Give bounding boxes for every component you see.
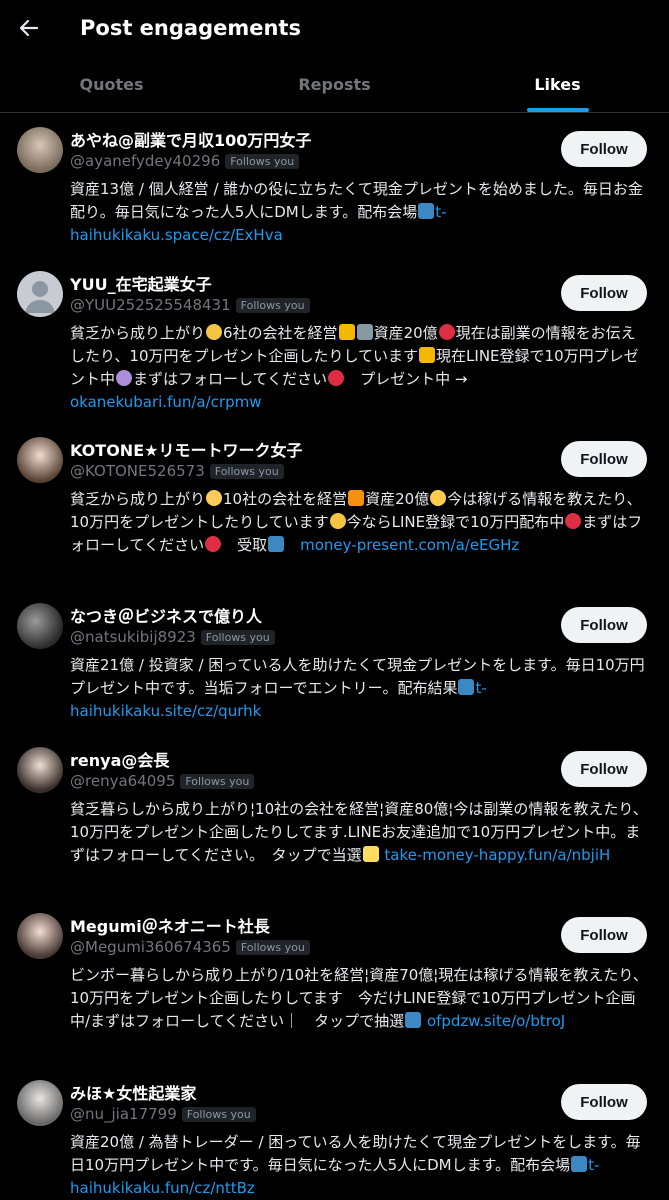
tab-bar: Quotes Reposts Likes — [0, 56, 669, 113]
heart-emoji-icon — [205, 536, 222, 552]
user-bio: 貧乏から成り上がり 10社の会社を経営 資産20億 今は稼げる情報を教えたり、10万円… — [70, 488, 650, 557]
follow-button[interactable]: Follow — [561, 131, 647, 167]
bio-text: 資産20億 — [365, 490, 430, 508]
header: Post engagements — [0, 0, 669, 56]
laptop-emoji-icon — [356, 324, 373, 340]
avatar[interactable] — [17, 603, 63, 649]
yellow-emoji-icon — [206, 490, 223, 506]
user-handle: @natsukibij8923 — [70, 628, 196, 646]
page-title: Post engagements — [80, 16, 301, 40]
avatar[interactable] — [17, 127, 63, 173]
default-avatar-icon — [25, 281, 55, 313]
follow-button[interactable]: Follow — [561, 917, 647, 953]
user-handle: @Megumi360674365 — [70, 938, 231, 956]
user-name[interactable]: renya@会長 — [70, 747, 169, 771]
user-bio: 資産13億 / 個人経営 / 誰かの役に立ちたくて現金プレゼントを始めました。毎… — [70, 178, 650, 247]
heart-emoji-icon — [328, 370, 345, 386]
follows-you-badge: Follows you — [225, 153, 300, 169]
follows-you-badge: Follows you — [209, 463, 284, 479]
user-handle: @KOTONE526573 — [70, 462, 205, 480]
follow-button[interactable]: Follow — [561, 607, 647, 643]
sparkle-emoji-icon — [329, 513, 346, 529]
bio-text: プレゼント中 → — [345, 370, 488, 388]
bio-link[interactable]: okanekubari.fun/a/crpmw — [70, 393, 261, 411]
bio-text: 今ならLINE登録で10万円配布中 — [346, 513, 565, 531]
tab-likes[interactable]: Likes — [446, 56, 669, 112]
bio-text: 資産21億 / 投資家 / 困っている人を助けたくて現金プレゼントをします。毎日… — [70, 656, 645, 697]
tab-label: Quotes — [79, 74, 144, 94]
user-name[interactable]: Megumi＠ネオニート社長 — [70, 913, 270, 937]
tab-label: Reposts — [298, 74, 371, 94]
bio-text: 資産20億 / 為替トレーダー / 困っている人を助けたくて現金プレゼントをしま… — [70, 1133, 641, 1174]
arrow-left-icon[interactable] — [14, 13, 44, 43]
user-name[interactable]: なつき＠ビジネスで億り人 — [70, 603, 262, 627]
user-handle: @renya64095 — [70, 772, 176, 790]
right-emoji-icon — [405, 1012, 422, 1028]
right-emoji-icon — [268, 536, 285, 552]
bio-text: 貧乏から成り上がり — [70, 490, 206, 508]
tab-quotes[interactable]: Quotes — [0, 56, 223, 112]
follow-button[interactable]: Follow — [561, 275, 647, 311]
user-name[interactable]: あやね@副業で月収100万円女子 — [70, 127, 311, 151]
bio-link[interactable]: money-present.com/a/eEGHz — [300, 536, 519, 554]
avatar[interactable] — [17, 913, 63, 959]
crown-emoji-icon — [338, 324, 355, 340]
smile-emoji-icon — [430, 490, 447, 506]
bio-text: 貧乏から成り上がり — [70, 324, 206, 342]
follows-you-badge: Follows you — [200, 629, 275, 645]
active-tab-indicator — [526, 108, 589, 112]
tab-reposts[interactable]: Reposts — [223, 56, 446, 112]
follow-button[interactable]: Follow — [561, 441, 647, 477]
tab-label: Likes — [534, 74, 581, 94]
play-emoji-icon — [418, 203, 435, 219]
user-bio: 貧乏から成り上がり 6社の会社を経営 資産20億 現在は副業の情報をお伝えしたり、10… — [70, 322, 650, 414]
avatar[interactable] — [17, 271, 63, 317]
user-bio: 資産21億 / 投資家 / 困っている人を助けたくて現金プレゼントをします。毎日… — [70, 654, 650, 723]
user-handle: @YUU252525548431 — [70, 296, 231, 314]
follows-you-badge: Follows you — [235, 297, 310, 313]
user-name[interactable]: みほ★女性起業家 — [70, 1080, 196, 1104]
bio-text: 10社の会社を経営 — [223, 490, 348, 508]
user-name[interactable]: YUU_在宅起業女子 — [70, 271, 212, 295]
follow-button[interactable]: Follow — [561, 751, 647, 787]
heart-emoji-icon — [565, 513, 582, 529]
bio-text: 資産20億 — [373, 324, 438, 342]
fire-emoji-icon — [348, 490, 365, 506]
heart-emoji-icon — [438, 324, 455, 340]
crown-emoji-icon — [419, 347, 436, 363]
user-handle: @nu_jia17799 — [70, 1105, 177, 1123]
follows-you-badge: Follows you — [235, 939, 310, 955]
bio-text: 資産13億 / 個人経営 / 誰かの役に立ちたくて現金プレゼントを始めました。毎… — [70, 180, 643, 221]
avatar[interactable] — [17, 437, 63, 483]
user-bio: 資産20億 / 為替トレーダー / 困っている人を助けたくて現金プレゼントをしま… — [70, 1131, 650, 1200]
bio-link[interactable]: ofpdzw.site/o/btroJ — [427, 1012, 565, 1030]
avatar[interactable] — [17, 1080, 63, 1126]
follows-you-badge: Follows you — [180, 773, 255, 789]
purple-emoji-icon — [116, 370, 133, 386]
user-name[interactable]: KOTONE★リモートワーク女子 — [70, 437, 302, 461]
user-bio: ビンボー暮らしから成り上がり/10社を経営¦資産70億¦現在は稼げる情報を教えた… — [70, 964, 650, 1033]
follows-you-badge: Follows you — [181, 1106, 256, 1122]
bio-text: まずはフォローしてください — [133, 370, 328, 388]
bio-text: 受取 — [222, 536, 268, 554]
follow-button[interactable]: Follow — [561, 1084, 647, 1120]
play-emoji-icon — [458, 679, 475, 695]
user-bio: 貧乏暮らしから成り上がり¦10社の会社を経営¦資産80億¦今は副業の情報を教えた… — [70, 798, 650, 867]
point-emoji-icon — [362, 846, 379, 862]
avatar[interactable] — [17, 747, 63, 793]
bio-text — [285, 536, 300, 554]
sparkle-emoji-icon — [206, 324, 223, 340]
bio-link[interactable]: take-money-happy.fun/a/nbjiH — [384, 846, 610, 864]
bio-text: 6社の会社を経営 — [223, 324, 338, 342]
user-handle: @ayanefydey40296 — [70, 152, 221, 170]
play-emoji-icon — [571, 1156, 588, 1172]
